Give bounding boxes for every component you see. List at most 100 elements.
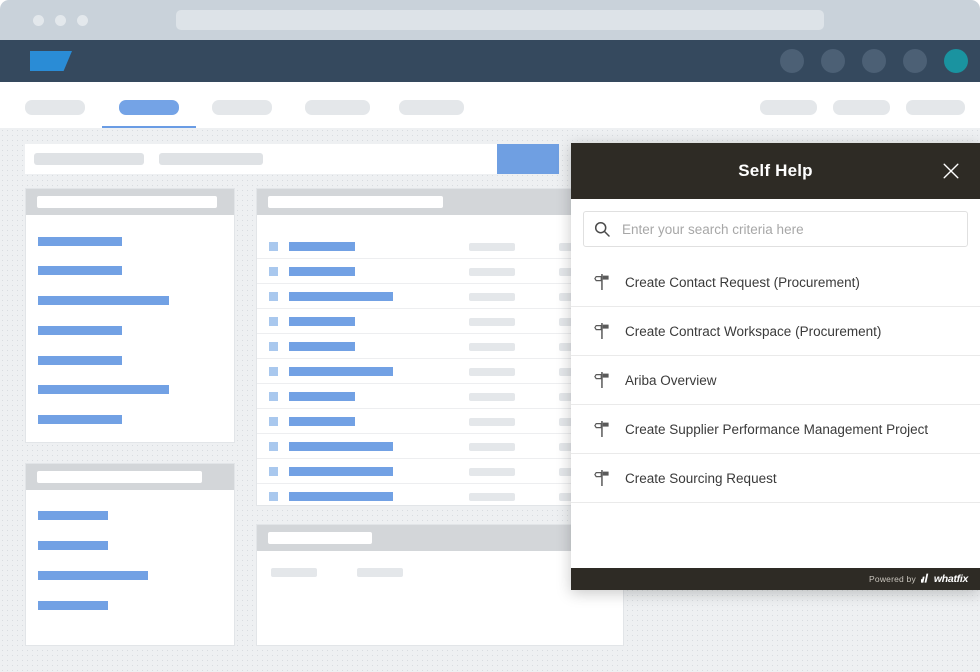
- row-cell-2: [469, 293, 515, 301]
- window-controls: [33, 15, 88, 26]
- row-checkbox[interactable]: [269, 292, 278, 301]
- bottom-panel-card: [256, 524, 624, 646]
- signpost-icon: [593, 321, 611, 341]
- user-avatar[interactable]: [944, 49, 968, 73]
- nav-tab-bar: [0, 82, 980, 129]
- row-primary-link[interactable]: [289, 467, 393, 476]
- row-checkbox[interactable]: [269, 342, 278, 351]
- minimize-window-button[interactable]: [55, 15, 66, 26]
- row-primary-link[interactable]: [289, 267, 355, 276]
- search-icon: [594, 221, 610, 237]
- row-cell-2: [469, 243, 515, 251]
- nav-tab-3[interactable]: [212, 100, 272, 115]
- row-checkbox[interactable]: [269, 492, 278, 501]
- close-icon[interactable]: [936, 156, 966, 186]
- list-item[interactable]: Ariba Overview: [571, 356, 980, 405]
- nav-tab-4[interactable]: [305, 100, 370, 115]
- row-cell-2: [469, 393, 515, 401]
- filter-field-1[interactable]: [34, 153, 144, 165]
- left-top-link-4[interactable]: [38, 326, 122, 335]
- row-checkbox[interactable]: [269, 392, 278, 401]
- left-top-card: [25, 188, 235, 443]
- list-item-label: Create Sourcing Request: [625, 470, 777, 486]
- header-action-icon-1[interactable]: [780, 49, 804, 73]
- self-help-results-list: Create Contact Request (Procurement) Cre…: [571, 258, 980, 568]
- left-top-link-2[interactable]: [38, 266, 122, 275]
- left-top-link-6[interactable]: [38, 385, 169, 394]
- left-top-card-header: [26, 189, 234, 215]
- powered-by-label: Powered by: [869, 574, 916, 584]
- row-checkbox[interactable]: [269, 417, 278, 426]
- row-checkbox[interactable]: [269, 367, 278, 376]
- filter-field-2[interactable]: [159, 153, 263, 165]
- row-cell-2: [469, 493, 515, 501]
- left-top-link-1[interactable]: [38, 237, 122, 246]
- row-primary-link[interactable]: [289, 342, 355, 351]
- row-primary-link[interactable]: [289, 242, 355, 251]
- nav-tab-1[interactable]: [25, 100, 85, 115]
- row-primary-link[interactable]: [289, 292, 393, 301]
- row-cell-2: [469, 268, 515, 276]
- row-cell-2: [469, 418, 515, 426]
- list-item[interactable]: Create Contact Request (Procurement): [571, 258, 980, 307]
- search-input[interactable]: [622, 221, 957, 237]
- left-top-link-3[interactable]: [38, 296, 169, 305]
- row-cell-2: [469, 318, 515, 326]
- self-help-search-area: [571, 199, 980, 258]
- row-primary-link[interactable]: [289, 392, 355, 401]
- left-bottom-link-2[interactable]: [38, 541, 108, 550]
- row-checkbox[interactable]: [269, 267, 278, 276]
- left-bottom-card-title: [37, 471, 202, 483]
- header-action-icon-4[interactable]: [903, 49, 927, 73]
- close-window-button[interactable]: [33, 15, 44, 26]
- nav-tab-5[interactable]: [399, 100, 464, 115]
- row-primary-link[interactable]: [289, 317, 355, 326]
- left-bottom-link-4[interactable]: [38, 601, 108, 610]
- row-checkbox[interactable]: [269, 242, 278, 251]
- header-action-icon-2[interactable]: [821, 49, 845, 73]
- left-top-link-7[interactable]: [38, 415, 122, 424]
- left-top-card-title: [37, 196, 217, 208]
- nav-right-item-2[interactable]: [833, 100, 890, 115]
- nav-right-item-3[interactable]: [906, 100, 965, 115]
- row-cell-2: [469, 468, 515, 476]
- bottom-panel-title: [268, 532, 372, 544]
- bottom-panel-field-2: [357, 568, 403, 577]
- list-item-label: Ariba Overview: [625, 372, 717, 388]
- signpost-icon: [593, 370, 611, 390]
- row-checkbox[interactable]: [269, 467, 278, 476]
- left-bottom-link-1[interactable]: [38, 511, 108, 520]
- whatfix-wordmark: whatfix: [933, 573, 968, 585]
- signpost-icon: [593, 419, 611, 439]
- list-item[interactable]: Create Contract Workspace (Procurement): [571, 307, 980, 356]
- url-input[interactable]: [176, 10, 824, 30]
- left-top-link-5[interactable]: [38, 356, 122, 365]
- table-card-title: [268, 196, 443, 208]
- row-checkbox[interactable]: [269, 442, 278, 451]
- list-item[interactable]: Create Supplier Performance Management P…: [571, 405, 980, 454]
- row-cell-2: [469, 343, 515, 351]
- browser-chrome: [0, 0, 980, 40]
- brand-logo-icon[interactable]: [30, 51, 72, 71]
- whatfix-logo-icon: [920, 570, 932, 588]
- maximize-window-button[interactable]: [77, 15, 88, 26]
- self-help-title: Self Help: [738, 161, 813, 180]
- row-primary-link[interactable]: [289, 417, 355, 426]
- row-primary-link[interactable]: [289, 367, 393, 376]
- whatfix-logo[interactable]: whatfix: [920, 570, 968, 588]
- header-action-icon-3[interactable]: [862, 49, 886, 73]
- search-box[interactable]: [583, 211, 968, 247]
- list-item[interactable]: Create Sourcing Request: [571, 454, 980, 503]
- self-help-panel: Self Help Enter your search criteria her…: [571, 143, 980, 590]
- row-primary-link[interactable]: [289, 442, 393, 451]
- filter-search-button[interactable]: [497, 144, 559, 174]
- left-bottom-link-3[interactable]: [38, 571, 148, 580]
- left-bottom-card-header: [26, 464, 234, 490]
- row-primary-link[interactable]: [289, 492, 393, 501]
- nav-right-item-1[interactable]: [760, 100, 817, 115]
- row-checkbox[interactable]: [269, 317, 278, 326]
- bottom-panel-header: [257, 525, 623, 551]
- list-item-label: Create Contact Request (Procurement): [625, 274, 860, 290]
- row-cell-2: [469, 368, 515, 376]
- nav-tab-2-active[interactable]: [119, 100, 179, 115]
